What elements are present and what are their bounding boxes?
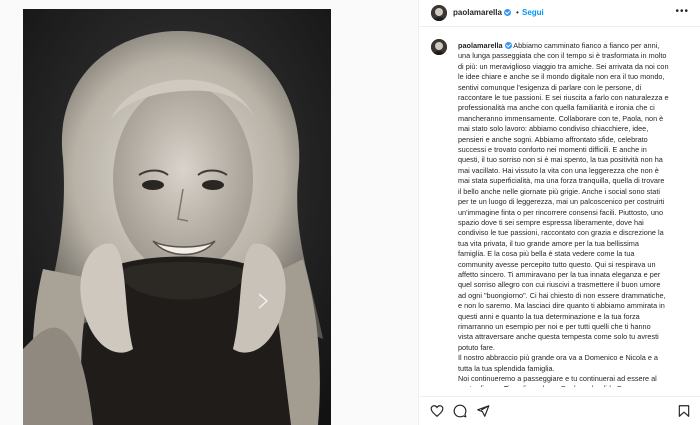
more-options-icon[interactable]: ••• bbox=[675, 6, 689, 17]
post-caption: paolamarella Abbiamo camminato fianco a … bbox=[419, 27, 700, 387]
post-header: paolamarella • Segui ••• bbox=[419, 0, 700, 27]
verified-badge-icon bbox=[503, 9, 511, 16]
caption-line: il bello anche nelle giornate più grigie… bbox=[458, 186, 661, 196]
post-photo[interactable] bbox=[23, 9, 331, 425]
caption-line: e non lo saremo. Ma lasciaci dire quanto… bbox=[458, 301, 665, 311]
post-media-pane bbox=[0, 0, 418, 425]
caption-line: le idee chiare e anche se il mondo digit… bbox=[458, 72, 665, 82]
caption-line: sentivi comunque l'esigenza di parlare c… bbox=[458, 82, 642, 92]
caption-line: rimarranno un esempio per noi e per tutt… bbox=[458, 321, 651, 331]
caption-line: un'immagine finta o per rincorrere conse… bbox=[458, 207, 663, 217]
caption-line: mai vacillato. Hai vissuto la vita con u… bbox=[458, 165, 659, 175]
caption-line: famiglia. E la cosa più bella è stata ve… bbox=[458, 249, 635, 259]
avatar[interactable] bbox=[431, 5, 447, 21]
caption-line: nostro fianco. Ti vogliamo bene Paola, s… bbox=[458, 384, 696, 387]
caption-username[interactable]: paolamarella bbox=[458, 41, 503, 50]
caption-line: questi anni e quanto la tua determinazio… bbox=[458, 311, 640, 321]
caption-line: condiviso le tue passioni, raccontato co… bbox=[458, 228, 664, 238]
comment-icon[interactable] bbox=[453, 404, 467, 418]
caption-verified-icon bbox=[504, 42, 512, 49]
caption-line: spazio dove ti sei sempre espressa liber… bbox=[458, 217, 644, 227]
caption-line: pensieri e anche sogni. Abbiamo affronta… bbox=[458, 134, 648, 144]
caption-line: Abbiamo camminato fianco a fianco per an… bbox=[513, 41, 660, 50]
caption-line: mai stata superficialità, ma una forza t… bbox=[458, 176, 665, 186]
caption-line: potuto fare. bbox=[458, 342, 495, 352]
caption-line: successi e trovato conforto nei momenti … bbox=[458, 145, 647, 155]
caption-line: mancheranno immensamente. Collaborare co… bbox=[458, 113, 664, 123]
post-sidebar: paolamarella • Segui ••• paolamarella Ab… bbox=[418, 0, 700, 425]
follow-button[interactable]: Segui bbox=[522, 8, 544, 17]
caption-line: affetto sincero. Ti ammiravano per la tu… bbox=[458, 269, 661, 279]
caption-line: raccontare le tue passioni. E sei riusci… bbox=[458, 93, 669, 103]
caption-line: community avesse percepito tutto questo.… bbox=[458, 259, 656, 269]
heart-icon[interactable] bbox=[430, 404, 444, 418]
paper-plane-icon[interactable] bbox=[476, 404, 490, 418]
caption-line: Noi continueremo a passeggiare e tu cont… bbox=[458, 374, 657, 383]
caption-line: per te un luogo di leggerezza, mai un pa… bbox=[458, 197, 665, 207]
post-actions-bar bbox=[419, 396, 700, 425]
caption-line: ad ogni "buongiorno". Ci hai chiesto di … bbox=[458, 290, 666, 300]
caption-line: questi, il tuo sorriso non si è mai spen… bbox=[458, 155, 663, 165]
header-username-text[interactable]: paolamarella bbox=[453, 8, 502, 17]
caption-line: mai stato solo lavoro: abbiamo condiviso… bbox=[458, 124, 649, 134]
header-separator: • bbox=[516, 8, 519, 17]
caption-avatar[interactable] bbox=[431, 39, 447, 55]
caption-text: paolamarella Abbiamo camminato fianco a … bbox=[458, 41, 696, 387]
caption-line: tua vita privata, il tuo grande amore pe… bbox=[458, 238, 639, 248]
bookmark-icon[interactable] bbox=[677, 404, 691, 418]
header-username[interactable]: paolamarella bbox=[453, 8, 511, 17]
caption-line: professionalità ma anche con quella fami… bbox=[458, 103, 655, 113]
caption-line: Il nostro abbraccio più grande ora va a … bbox=[458, 353, 658, 363]
caption-line: quel sorriso allegro con cui riuscivi a … bbox=[458, 280, 661, 290]
caption-line: una lunga passeggiata che con il tempo s… bbox=[458, 51, 667, 61]
caption-line: vista attraversare anche questa tempesta… bbox=[458, 332, 659, 342]
caption-line: di più: un meraviglioso viaggio tra amic… bbox=[458, 61, 669, 71]
caption-line: tutta la tua splendida famiglia. bbox=[458, 363, 555, 373]
portrait-image bbox=[23, 9, 331, 425]
